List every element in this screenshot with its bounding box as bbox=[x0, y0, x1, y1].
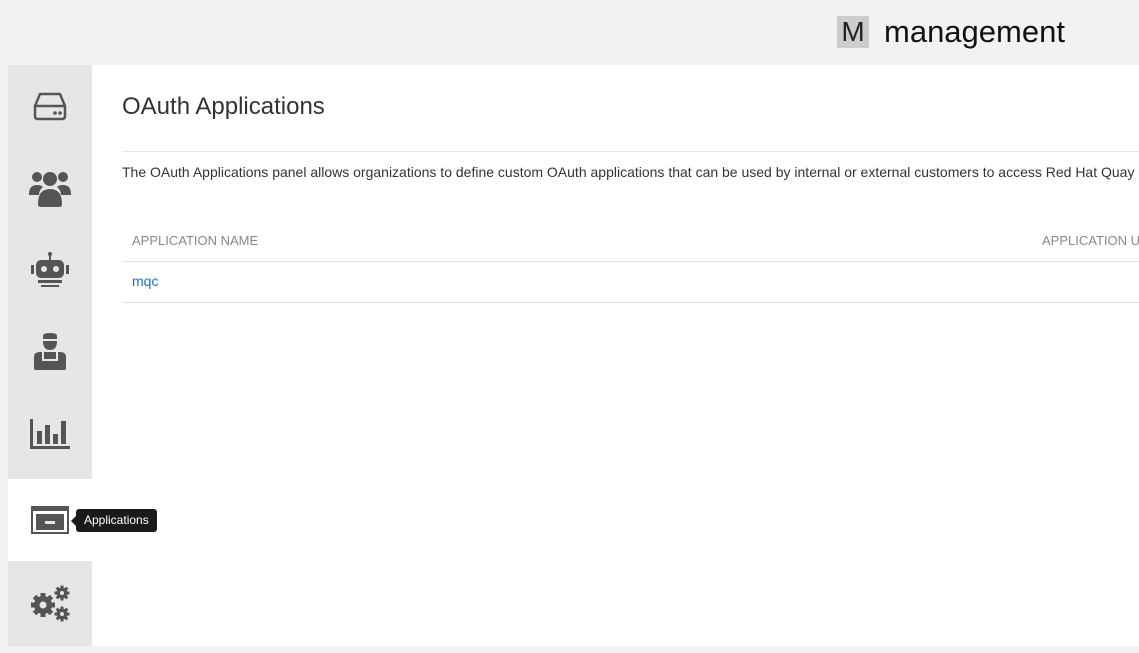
main-content: OAuth Applications The OAuth Application… bbox=[92, 65, 1139, 646]
sidebar bbox=[8, 65, 92, 646]
top-bar: M management bbox=[0, 0, 1139, 64]
robot-icon bbox=[31, 252, 69, 287]
title-divider bbox=[122, 151, 1139, 152]
sidebar-item-settings[interactable] bbox=[8, 562, 92, 644]
users-icon bbox=[29, 172, 71, 207]
sidebar-item-repositories[interactable] bbox=[8, 65, 92, 147]
table-row: mqc bbox=[122, 262, 1139, 303]
column-header-application-uri[interactable]: APPLICATION URI bbox=[1042, 233, 1139, 248]
org-name[interactable]: management bbox=[884, 12, 1065, 52]
footer-strip bbox=[0, 646, 1139, 653]
column-header-application-name[interactable]: APPLICATION NAME bbox=[132, 233, 258, 248]
bar-chart-icon bbox=[30, 419, 70, 449]
window-icon bbox=[31, 506, 69, 534]
hard-drive-icon bbox=[33, 92, 67, 121]
table-header: APPLICATION NAME APPLICATION URI bbox=[122, 225, 1139, 262]
user-tie-icon bbox=[34, 333, 66, 370]
sidebar-item-robot-accounts[interactable] bbox=[8, 229, 92, 311]
page-description: The OAuth Applications panel allows orga… bbox=[122, 164, 1139, 180]
sidebar-item-default-permissions[interactable] bbox=[8, 311, 92, 393]
application-link[interactable]: mqc bbox=[132, 273, 158, 289]
gears-icon bbox=[31, 585, 70, 622]
applications-tooltip: Applications bbox=[71, 509, 157, 532]
sidebar-item-usage-logs[interactable] bbox=[8, 393, 92, 475]
sidebar-item-teams[interactable] bbox=[8, 147, 92, 229]
page-title: OAuth Applications bbox=[122, 93, 325, 120]
org-avatar[interactable]: M bbox=[837, 16, 869, 48]
